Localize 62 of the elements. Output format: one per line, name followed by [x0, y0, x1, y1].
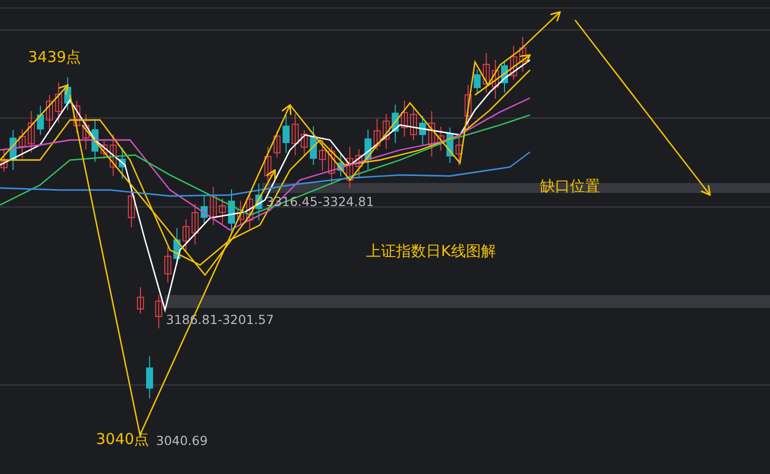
candle: [437, 126, 444, 152]
candle: [28, 110, 35, 153]
candle: [137, 286, 144, 314]
candle: [237, 200, 244, 225]
candle: [82, 114, 90, 150]
candle: [46, 94, 53, 132]
chart-annotation: 缺口位置: [540, 177, 600, 196]
candle: [474, 69, 481, 94]
candle: [146, 356, 154, 399]
candle: [36, 105, 44, 136]
candle: [464, 84, 472, 128]
candle: [164, 246, 172, 283]
candle: [10, 129, 17, 170]
candle: [200, 194, 208, 224]
candle: [501, 61, 508, 94]
candle: [400, 100, 408, 138]
candle: [510, 45, 518, 80]
candle: [64, 76, 72, 111]
candle: [210, 186, 217, 226]
candle: [310, 126, 317, 166]
candle: [492, 59, 499, 100]
candle: [428, 110, 436, 158]
candle: [446, 127, 454, 164]
candle: [346, 146, 354, 189]
chart-annotation: 3439点: [28, 48, 82, 67]
candle: [55, 82, 62, 124]
candle: [100, 140, 108, 160]
candle: [282, 114, 290, 154]
candle: [228, 188, 235, 234]
candle: [182, 218, 190, 253]
candle: [482, 52, 490, 94]
candle: [456, 132, 462, 166]
candle: [0, 149, 8, 172]
candle: [18, 128, 26, 159]
candle: [274, 130, 280, 158]
candle: [419, 115, 426, 146]
candle: [319, 138, 326, 172]
candle: [292, 113, 299, 156]
candle: [382, 113, 390, 150]
candle: [73, 100, 80, 134]
chart-title: 上证指数日K线图解: [366, 242, 496, 261]
candle: [218, 198, 226, 225]
candle: [110, 134, 117, 177]
candle: [92, 118, 98, 162]
candle: [355, 148, 362, 179]
candle: [155, 294, 162, 329]
candle: [519, 36, 526, 72]
candle: [264, 146, 272, 186]
candle: [173, 228, 180, 266]
candle: [128, 190, 135, 228]
candle: [392, 104, 399, 144]
candle: [374, 118, 381, 150]
chart-annotation: 3040.69: [156, 433, 208, 448]
candle: [118, 147, 126, 180]
candle: [192, 204, 199, 246]
candle: [328, 146, 336, 185]
candle: [337, 152, 344, 177]
candle: [364, 129, 372, 170]
candle: [300, 130, 308, 156]
candle: [410, 106, 417, 140]
candle: [246, 192, 254, 230]
candle: [255, 183, 262, 222]
